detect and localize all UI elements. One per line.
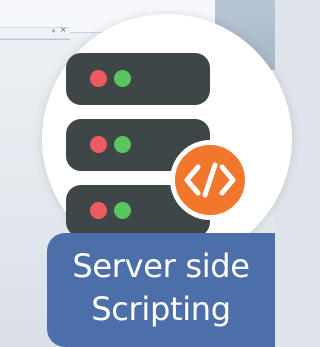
code-brackets-glyph — [184, 162, 236, 198]
code-brackets-icon — [170, 140, 250, 220]
status-led-red-icon — [90, 136, 107, 153]
title-banner: Server side Scripting — [47, 233, 275, 347]
server-unit-1 — [66, 53, 210, 105]
status-led-green-icon — [114, 70, 131, 87]
status-led-red-icon — [90, 202, 107, 219]
title-line-2: Scripting — [91, 290, 231, 328]
status-led-green-icon — [114, 136, 131, 153]
background-window-glyphs: ᵩ × — [52, 25, 68, 34]
status-led-red-icon — [90, 70, 107, 87]
title-line-1: Server side — [72, 247, 250, 285]
status-led-green-icon — [114, 202, 131, 219]
